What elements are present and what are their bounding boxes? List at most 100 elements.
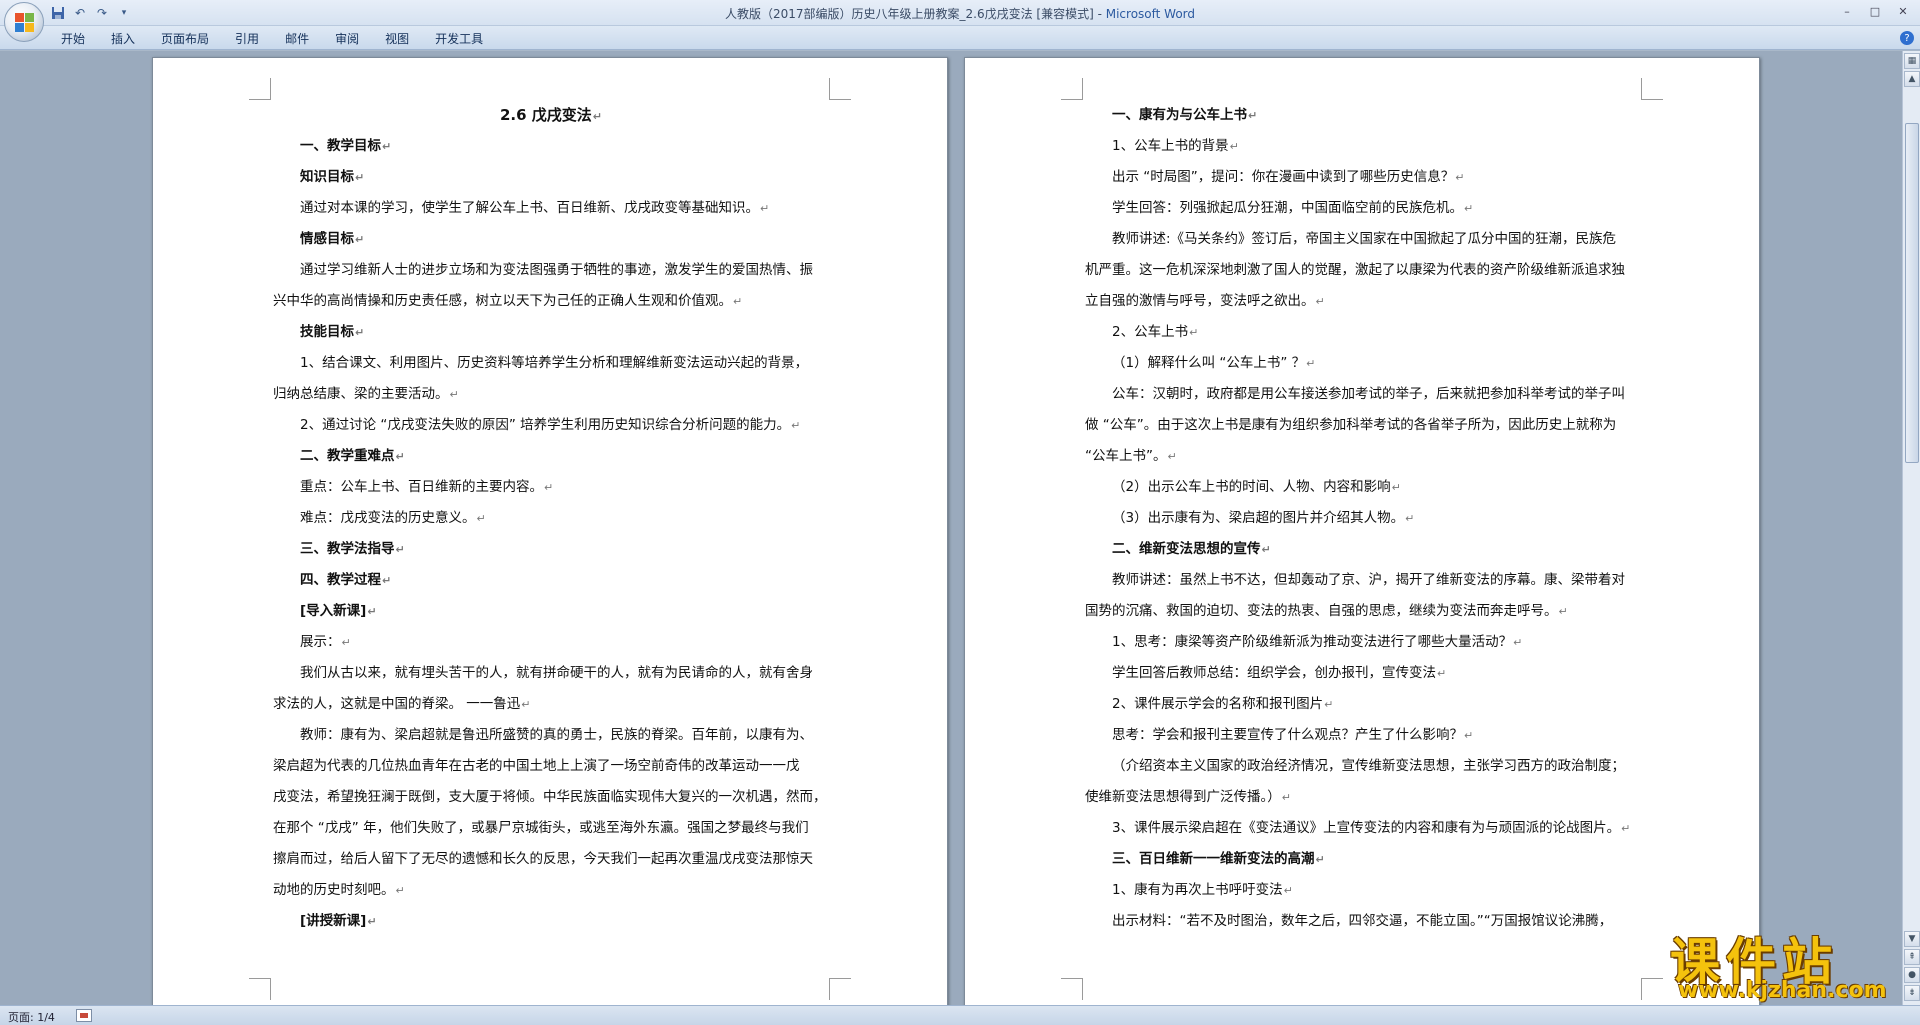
tab-view[interactable]: 视图 (372, 26, 422, 50)
line-text: 使维新变法思想得到广泛传播。） (1085, 789, 1281, 805)
line-text: 3、课件展示梁启超在《变法通议》上宣传变法的内容和康有为与顽固派的论战图片。 (1112, 820, 1621, 836)
window-title: 人教版（2017部编版）历史八年级上册教案_2.6戊戌变法 [兼容模式] - M… (0, 5, 1920, 22)
page-2-body: 一、康有为与公车上书↵ 1、公车上书的背景↵ 出示 “时局图”，提问：你在漫画中… (1085, 100, 1641, 937)
paragraph-line: 重点：公车上书、百日维新的主要内容。↵ (273, 472, 829, 503)
paragraph-mark-icon: ↵ (1513, 636, 1523, 649)
help-icon[interactable]: ? (1900, 31, 1914, 45)
close-button[interactable]: ✕ (1890, 2, 1916, 20)
line-text: 教师：康有为、梁启超就是鲁迅所盛赞的真的勇士，民族的脊梁。百年前，以康有为、 (300, 727, 813, 743)
maximize-button[interactable]: □ (1862, 2, 1888, 20)
line-text: 梁启超为代表的几位热血青年在古老的中国土地上上演了一场空前奇伟的改革运动一一戊 (273, 758, 800, 774)
save-icon[interactable] (50, 5, 66, 21)
line-text: 三、百日维新一一维新变法的高潮 (1112, 851, 1315, 867)
language-status-icon[interactable] (76, 1009, 92, 1022)
line-text: 2、公车上书 (1112, 324, 1189, 340)
page-corner-mark (829, 978, 851, 1000)
paragraph-mark-icon: ↵ (355, 171, 365, 184)
paragraph-mark-icon: ↵ (1229, 140, 1239, 153)
paragraph-line: （2）出示公车上书的时间、人物、内容和影响↵ (1085, 472, 1641, 503)
paragraph-mark-icon: ↵ (382, 574, 392, 587)
paragraph-line: 3、课件展示梁启超在《变法通议》上宣传变法的内容和康有为与顽固派的论战图片。↵ (1085, 813, 1641, 844)
office-button[interactable] (4, 2, 44, 42)
paragraph-line: 出示材料：“若不及时图治，数年之后，四邻交逼，不能立国。”“万国报馆议论沸腾， (1085, 906, 1641, 937)
paragraph-mark-icon: ↵ (1167, 450, 1177, 463)
paragraph-line: 1、公车上书的背景↵ (1085, 131, 1641, 162)
paragraph-mark-icon: ↵ (760, 202, 770, 215)
paragraph-line: 教师讲述：虽然上书不达，但却轰动了京、沪，揭开了维新变法的序幕。康、梁带着对 (1085, 565, 1641, 596)
heading: 情感目标↵ (273, 224, 829, 255)
document-page-1[interactable]: 2.6 戊戌变法↵ 一、教学目标↵ 知识目标↵ 通过对本课的学习，使学生了解公车… (152, 57, 948, 1005)
page-corner-mark (1061, 978, 1083, 1000)
line-text: （2）出示公车上书的时间、人物、内容和影响 (1112, 479, 1391, 495)
paragraph-line: 做 “公车”。由于这次上书是康有为组织参加科举考试的各省举子所为，因此历史上就称… (1085, 410, 1641, 441)
line-text: 三、教学法指导 (300, 541, 395, 557)
document-title-text: 2.6 戊戌变法 (499, 106, 592, 124)
paragraph-line: 学生回答：列强掀起瓜分狂潮，中国面临空前的民族危机。↵ (1085, 193, 1641, 224)
paragraph-mark-icon: ↵ (367, 915, 377, 928)
paragraph-line: 使维新变法思想得到广泛传播。）↵ (1085, 782, 1641, 813)
paragraph-line: 出示 “时局图”，提问：你在漫画中读到了哪些历史信息？↵ (1085, 162, 1641, 193)
line-text: [讲授新课] (300, 913, 367, 929)
line-text: （1）解释什么叫 “公车上书” ？ (1112, 355, 1306, 371)
line-text: 我们从古以来，就有埋头苦干的人，就有拼命硬干的人，就有为民请命的人，就有舍身 (300, 665, 813, 681)
paragraph-line: （介绍资本主义国家的政治经济情况，宣传维新变法思想，主张学习西方的政治制度； (1085, 751, 1641, 782)
paragraph-line: 通过对本课的学习，使学生了解公车上书、百日维新、戊戌政变等基础知识。↵ (273, 193, 829, 224)
line-text: 兴中华的高尚情操和历史责任感，树立以天下为己任的正确人生观和价值观。 (273, 293, 732, 309)
scroll-down-icon[interactable]: ▼ (1904, 931, 1920, 947)
paragraph-mark-icon: ↵ (355, 326, 365, 339)
next-page-icon[interactable]: ⇟ (1904, 985, 1920, 1001)
paragraph-line: 机严重。这一危机深深地刺激了国人的觉醒，激起了以康梁为代表的资产阶级维新派追求独 (1085, 255, 1641, 286)
window-title-text: 人教版（2017部编版）历史八年级上册教案_2.6戊戌变法 [兼容模式] - (724, 7, 1106, 21)
line-text: 知识目标 (300, 169, 354, 185)
line-text: 展示： (300, 634, 341, 650)
paragraph-mark-icon: ↵ (1306, 357, 1316, 370)
ruler-toggle-icon[interactable]: ▦ (1904, 53, 1920, 69)
customize-icon[interactable]: ▾ (116, 5, 132, 21)
window-controls: – □ ✕ (1834, 2, 1916, 20)
heading: 三、教学法指导↵ (273, 534, 829, 565)
paragraph-line: 归纳总结康、梁的主要活动。↵ (273, 379, 829, 410)
vertical-scrollbar[interactable]: ▦ ▲ ▼ ⇞ ● ⇟ (1902, 51, 1920, 1005)
line-text: 难点：戊戌变法的历史意义。 (300, 510, 476, 526)
previous-page-icon[interactable]: ⇞ (1904, 949, 1920, 965)
tab-home[interactable]: 开始 (48, 26, 98, 50)
document-area: 2.6 戊戌变法↵ 一、教学目标↵ 知识目标↵ 通过对本课的学习，使学生了解公车… (0, 51, 1902, 1005)
heading: 知识目标↵ (273, 162, 829, 193)
paragraph-line: 2、课件展示学会的名称和报刊图片↵ (1085, 689, 1641, 720)
scrollbar-thumb[interactable] (1905, 123, 1919, 463)
tab-mailings[interactable]: 邮件 (272, 26, 322, 50)
tab-page-layout[interactable]: 页面布局 (148, 26, 222, 50)
browse-object-icon[interactable]: ● (1904, 967, 1920, 983)
paragraph-mark-icon: ↵ (367, 605, 377, 618)
paragraph-mark-icon: ↵ (395, 543, 405, 556)
paragraph-line: （1）解释什么叫 “公车上书” ？↵ (1085, 348, 1641, 379)
line-text: 重点：公车上书、百日维新的主要内容。 (300, 479, 543, 495)
line-text: 1、康有为再次上书呼吁变法 (1112, 882, 1283, 898)
paragraph-mark-icon: ↵ (592, 110, 602, 123)
heading: 三、百日维新一一维新变法的高潮↵ (1085, 844, 1641, 875)
undo-icon[interactable]: ↶ (72, 5, 88, 21)
line-text: 学生回答：列强掀起瓜分狂潮，中国面临空前的民族危机。 (1112, 200, 1463, 216)
paragraph-mark-icon: ↵ (791, 419, 801, 432)
line-text: [导入新课] (300, 603, 367, 619)
page-count-status[interactable]: 页面: 1/4 (8, 1009, 55, 1025)
paragraph-mark-icon: ↵ (382, 140, 392, 153)
tab-references[interactable]: 引用 (222, 26, 272, 50)
scroll-up-icon[interactable]: ▲ (1904, 71, 1920, 87)
paragraph-mark-icon: ↵ (1405, 512, 1415, 525)
line-text: 通过学习维新人士的进步立场和为变法图强勇于牺牲的事迹，激发学生的爱国热情、振 (300, 262, 813, 278)
tab-insert[interactable]: 插入 (98, 26, 148, 50)
word-window: 人教版（2017部编版）历史八年级上册教案_2.6戊戌变法 [兼容模式] - M… (0, 0, 1920, 1025)
tab-review[interactable]: 审阅 (322, 26, 372, 50)
paragraph-mark-icon: ↵ (1315, 853, 1325, 866)
line-text: 通过对本课的学习，使学生了解公车上书、百日维新、戊戌政变等基础知识。 (300, 200, 759, 216)
paragraph-line: 戌变法，希望挽狂澜于既倒，支大厦于将倾。中华民族面临实现伟大复兴的一次机遇，然而… (273, 782, 829, 813)
minimize-button[interactable]: – (1834, 2, 1860, 20)
paragraph-line: 动地的历史时刻吧。↵ (273, 875, 829, 906)
page-corner-mark (249, 978, 271, 1000)
paragraph-line: 展示：↵ (273, 627, 829, 658)
document-page-2[interactable]: 一、康有为与公车上书↵ 1、公车上书的背景↵ 出示 “时局图”，提问：你在漫画中… (964, 57, 1760, 1005)
redo-icon[interactable]: ↷ (94, 5, 110, 21)
tab-developer[interactable]: 开发工具 (422, 26, 496, 50)
line-text: 2、通过讨论 “戊戌变法失败的原因” 培养学生利用历史知识综合分析问题的能力。 (300, 417, 791, 433)
